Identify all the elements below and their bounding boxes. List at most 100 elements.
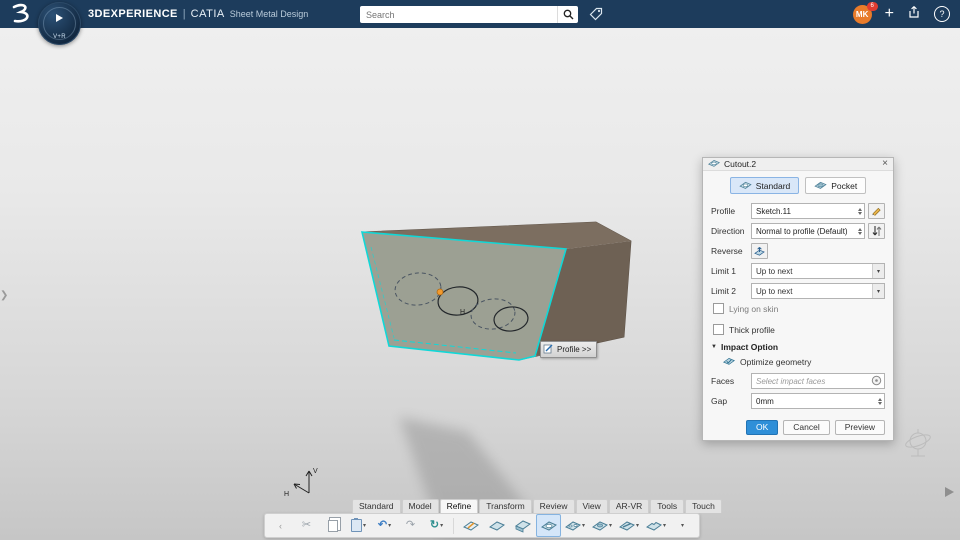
app-window: 3DEXPERIENCE | CATIA Sheet Metal Design … <box>0 0 960 540</box>
update-button[interactable]: ↻ ▾ <box>424 514 449 537</box>
tab-transform[interactable]: Transform <box>479 499 532 513</box>
notification-badge: 6 <box>866 1 878 11</box>
faces-label: Faces <box>711 376 735 386</box>
compass-version-label: V+R <box>53 34 66 40</box>
chevron-down-icon[interactable]: ▾ <box>636 522 639 529</box>
brand-name: 3DEXPERIENCE <box>88 8 178 20</box>
lying-on-skin-checkbox[interactable] <box>713 303 724 314</box>
app-title: 3DEXPERIENCE | CATIA Sheet Metal Design <box>88 0 308 28</box>
face-picker-icon[interactable] <box>871 375 882 388</box>
limit2-select[interactable]: Up to next ▾ <box>751 283 885 299</box>
reverse-label: Reverse <box>711 246 743 256</box>
sketch-axis-indicator <box>293 470 313 494</box>
panel-expander-left[interactable]: ❯ <box>0 290 8 301</box>
chevron-down-icon[interactable]: ▾ <box>363 522 366 529</box>
axis-v-label: V <box>313 468 318 475</box>
topbar-actions: MK 6 + ? <box>852 0 950 28</box>
swap-direction-button[interactable] <box>868 223 885 239</box>
dialog-titlebar[interactable]: Cutout.2 × <box>703 158 893 171</box>
tab-refine[interactable]: Refine <box>439 499 479 513</box>
pocket-mode-button[interactable]: Pocket <box>805 177 867 194</box>
redo-button[interactable]: ↷ <box>398 514 423 537</box>
copy-icon <box>327 519 338 532</box>
thick-profile-checkbox[interactable] <box>713 324 724 335</box>
paste-icon <box>350 518 362 532</box>
undo-button[interactable]: ↶ ▾ <box>372 514 397 537</box>
copy-button[interactable] <box>320 514 345 537</box>
optimize-geometry-icon <box>722 356 736 368</box>
sketch-anchor-point[interactable] <box>436 288 444 296</box>
close-icon[interactable]: × <box>882 159 888 169</box>
help-button[interactable]: ? <box>934 6 950 22</box>
profile-label: Profile <box>711 206 736 216</box>
limit1-row: Limit 1 Up to next ▾ <box>711 263 885 279</box>
spinner-icon[interactable] <box>858 207 862 215</box>
ok-button[interactable]: OK <box>746 420 779 435</box>
spinner-icon[interactable] <box>878 397 882 405</box>
cutout-button[interactable] <box>536 514 561 537</box>
compass-play-icon[interactable] <box>56 14 63 22</box>
tag-icon[interactable] <box>588 6 604 22</box>
faces-input[interactable]: Select impact faces <box>751 373 885 389</box>
profile-prompt-icon <box>543 343 554 356</box>
chevron-down-icon[interactable]: ▾ <box>609 522 612 529</box>
direction-combo[interactable]: Normal to profile (Default) <box>751 223 865 239</box>
chevron-down-icon[interactable]: ▾ <box>872 284 884 298</box>
wall-button[interactable] <box>484 514 509 537</box>
standard-mode-button[interactable]: Standard <box>729 177 800 194</box>
tab-view[interactable]: View <box>575 499 608 513</box>
collapse-arrow-icon[interactable]: ▼ <box>711 344 717 350</box>
reverse-row: Reverse <box>711 243 885 259</box>
search-input[interactable] <box>360 6 557 23</box>
action-toolbar: ‹ ✂ ▾ ↶ ▾ ↷ ↻ ▾ ▾ ▾ ▾ ▾ ▾ <box>264 513 700 538</box>
flange-button[interactable] <box>510 514 535 537</box>
dialog-body: Standard Pocket Profile Sketch.11 Direct… <box>703 171 893 413</box>
search-icon[interactable] <box>557 6 578 23</box>
chevron-down-icon[interactable]: ▾ <box>440 522 443 529</box>
edit-sketch-button[interactable] <box>868 203 885 219</box>
cut-button[interactable]: ✂ <box>294 514 319 537</box>
profile-combo[interactable]: Sketch.11 <box>751 203 865 219</box>
reverse-direction-button[interactable] <box>751 243 768 259</box>
tab-model[interactable]: Model <box>401 499 439 513</box>
paste-button[interactable]: ▾ <box>346 514 371 537</box>
tab-review[interactable]: Review <box>532 499 575 513</box>
add-content-button[interactable]: + <box>885 6 894 22</box>
sheet-metal-part[interactable] <box>360 221 632 361</box>
flyout-arrow-icon[interactable] <box>945 487 954 497</box>
faces-row: Faces Select impact faces <box>711 373 885 389</box>
hole-icon <box>565 521 581 531</box>
stamp-button[interactable]: ▾ <box>589 514 615 537</box>
hole-button[interactable]: ▾ <box>562 514 588 537</box>
limit1-select[interactable]: Up to next ▾ <box>751 263 885 279</box>
spinner-icon[interactable] <box>858 227 862 235</box>
chevron-down-icon[interactable]: ▾ <box>663 522 666 529</box>
bead-button[interactable]: ▾ <box>616 514 642 537</box>
corner-relief-button[interactable]: ▾ <box>643 514 669 537</box>
3d-compass[interactable]: V+R <box>38 2 81 45</box>
avatar[interactable]: MK 6 <box>852 1 878 24</box>
sketch-button[interactable] <box>458 514 483 537</box>
gap-input[interactable]: 0mm <box>751 393 885 409</box>
toolbar-overflow-right[interactable]: ▾ <box>670 514 695 537</box>
tab-touch[interactable]: Touch <box>685 499 722 513</box>
cancel-button[interactable]: Cancel <box>783 420 830 435</box>
tab-ar-vr[interactable]: AR-VR <box>608 499 650 513</box>
tab-tools[interactable]: Tools <box>650 499 685 513</box>
chevron-down-icon[interactable]: ▾ <box>388 522 391 529</box>
lying-on-skin-label: Lying on skin <box>729 303 779 314</box>
limit2-row: Limit 2 Up to next ▾ <box>711 283 885 299</box>
wall-icon <box>488 521 505 531</box>
share-icon[interactable] <box>907 5 921 24</box>
chevron-down-icon[interactable]: ▾ <box>582 522 585 529</box>
impact-option-section[interactable]: ▼ Impact Option <box>711 342 885 352</box>
toolbar-overflow-left[interactable]: ‹ <box>268 514 293 537</box>
ground-robot-widget[interactable] <box>904 429 932 457</box>
chevron-down-icon[interactable]: ▾ <box>872 264 884 278</box>
ribbon-tabs: Standard Model Refine Transform Review V… <box>352 499 722 513</box>
tab-standard[interactable]: Standard <box>352 499 401 513</box>
redo-icon: ↷ <box>405 519 416 531</box>
3ds-logo[interactable] <box>8 3 32 25</box>
preview-button[interactable]: Preview <box>834 420 885 435</box>
optimize-geometry-toggle[interactable]: Optimize geometry <box>722 356 885 368</box>
